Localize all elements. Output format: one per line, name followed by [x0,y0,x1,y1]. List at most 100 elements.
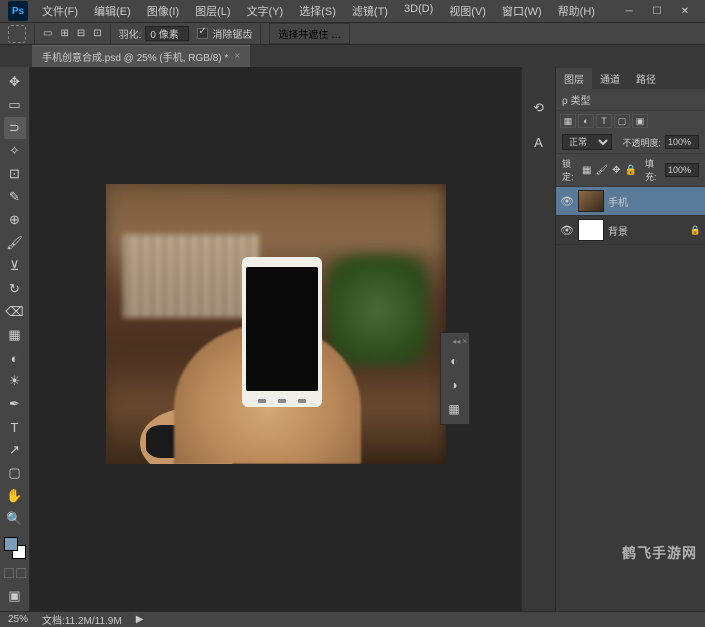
close-button[interactable]: ✕ [673,3,697,19]
type-tool[interactable]: T [4,416,26,438]
status-arrow-icon[interactable]: ▶ [136,614,144,625]
app-logo: Ps [8,1,28,21]
menu-select[interactable]: 选择(S) [293,0,342,22]
stamp-tool[interactable]: ⊻ [4,255,26,277]
marquee-add-icon[interactable]: ⊞ [60,28,68,39]
panel-swatch-icon[interactable]: ▦ [443,398,465,420]
layer-name[interactable]: 手机 [608,194,701,209]
visibility-icon[interactable]: 👁 [560,195,574,208]
feather-input[interactable] [145,26,189,41]
layer-row[interactable]: 👁 背景 🔒 [556,216,705,245]
dodge-tool[interactable]: ☀ [4,370,26,392]
canvas-image [106,184,446,464]
menu-file[interactable]: 文件(F) [36,0,84,22]
menu-image[interactable]: 图像(I) [141,0,185,22]
menu-type[interactable]: 文字(Y) [241,0,290,22]
panel-adjust-icon[interactable]: ◑ [443,374,465,396]
phone-in-image [242,257,322,407]
gradient-tool[interactable]: ▦ [4,324,26,346]
foreground-swatch[interactable] [4,537,18,551]
marquee-new-icon[interactable]: ▭ [43,28,52,39]
right-dock: ⟲ A [521,67,555,611]
zoom-tool[interactable]: 🔍 [4,508,26,530]
layer-name[interactable]: 背景 [608,223,686,238]
menu-window[interactable]: 窗口(W) [496,0,548,22]
filter-shape-icon[interactable]: ▢ [614,114,630,128]
menu-filter[interactable]: 滤镜(T) [346,0,394,22]
path-tool[interactable]: ↗ [4,439,26,461]
antialias-label: 消除锯齿 [212,26,252,41]
marquee-int-icon[interactable]: ⊡ [93,28,101,39]
tab-channels[interactable]: 通道 [592,68,628,89]
filter-smart-icon[interactable]: ▣ [632,114,648,128]
opacity-label: 不透明度: [622,136,661,149]
shape-tool[interactable]: ▢ [4,462,26,484]
screen-mode-button[interactable]: ▣ [4,585,26,607]
blur-tool[interactable]: ◐ [4,347,26,369]
layer-thumb[interactable] [578,190,604,212]
panel-color-icon[interactable]: ◐ [443,350,465,372]
marquee-sub-icon[interactable]: ⊟ [77,28,85,39]
tool-preset-icon[interactable] [8,25,26,43]
lock-icon: 🔒 [690,225,701,236]
panel-collapse-icon[interactable]: ◂◂ [452,337,460,346]
lock-pos-icon[interactable]: ✥ [612,165,620,176]
document-title: 手机创意合成.psd @ 25% (手机, RGB/8) * [42,49,228,64]
marquee-tool[interactable]: ▭ [4,94,26,116]
minimize-button[interactable]: ─ [617,3,641,19]
filter-pixel-icon[interactable]: ▦ [560,114,576,128]
lock-trans-icon[interactable]: ▦ [582,165,591,176]
floating-panel[interactable]: ◂◂× ◐ ◑ ▦ [440,332,470,425]
heal-tool[interactable]: ⊕ [4,209,26,231]
lock-all-icon[interactable]: 🔒 [625,165,637,176]
history-brush-tool[interactable]: ↻ [4,278,26,300]
zoom-level[interactable]: 25% [8,614,28,625]
filter-adjust-icon[interactable]: ◐ [578,114,594,128]
crop-tool[interactable]: ⊡ [4,163,26,185]
main-menu: 文件(F) 编辑(E) 图像(I) 图层(L) 文字(Y) 选择(S) 滤镜(T… [36,0,617,22]
doc-info[interactable]: 文档:11.2M/11.9M [42,612,122,627]
window-controls: ─ ☐ ✕ [617,3,697,19]
visibility-icon[interactable]: 👁 [560,224,574,237]
feather-label: 羽化: [119,26,142,41]
menu-edit[interactable]: 编辑(E) [88,0,137,22]
layer-row[interactable]: 👁 手机 [556,187,705,216]
document-tab[interactable]: 手机创意合成.psd @ 25% (手机, RGB/8) * × [32,45,250,67]
menu-help[interactable]: 帮助(H) [552,0,601,22]
filter-type-icon[interactable]: T [596,114,612,128]
layer-thumb[interactable] [578,219,604,241]
opacity-input[interactable] [665,135,699,149]
layers-panel: 图层 通道 路径 ρ 类型 ▦ ◐ T ▢ ▣ 正常 不透明度: [555,67,705,611]
antialias-checkbox[interactable] [197,28,208,39]
eyedropper-tool[interactable]: ✎ [4,186,26,208]
canvas[interactable] [106,184,446,464]
refine-edge-button[interactable]: 选择并遮住 … [269,23,350,44]
lasso-tool[interactable]: ⊃ [4,117,26,139]
menu-3d[interactable]: 3D(D) [398,0,439,22]
hand-tool[interactable]: ✋ [4,485,26,507]
pen-tool[interactable]: ✒ [4,393,26,415]
quick-mask-toggle[interactable] [4,568,26,578]
history-panel-icon[interactable]: ⟲ [528,97,550,119]
character-panel-icon[interactable]: A [528,131,550,153]
menu-view[interactable]: 视图(V) [443,0,492,22]
blend-mode-select[interactable]: 正常 [562,134,612,150]
tab-close-icon[interactable]: × [234,51,240,62]
tab-layers[interactable]: 图层 [556,68,592,89]
fill-input[interactable] [665,163,699,177]
lock-label: 锁定: [562,157,578,183]
tab-paths[interactable]: 路径 [628,68,664,89]
move-tool[interactable]: ✥ [4,71,26,93]
eraser-tool[interactable]: ⌫ [4,301,26,323]
brush-tool[interactable]: 🖌 [4,232,26,254]
lock-pixel-icon[interactable]: 🖌 [595,165,608,176]
document-tabbar: 手机创意合成.psd @ 25% (手机, RGB/8) * × [0,45,705,67]
layers-list: 👁 手机 👁 背景 🔒 [556,187,705,611]
maximize-button[interactable]: ☐ [645,3,669,19]
menu-layer[interactable]: 图层(L) [189,0,236,22]
wand-tool[interactable]: ✧ [4,140,26,162]
fill-label: 填充: [645,157,661,183]
options-bar: ▭ ⊞ ⊟ ⊡ 羽化: 消除锯齿 选择并遮住 … [0,23,705,45]
color-swatches[interactable] [4,537,26,559]
panel-close-icon[interactable]: × [462,337,467,346]
